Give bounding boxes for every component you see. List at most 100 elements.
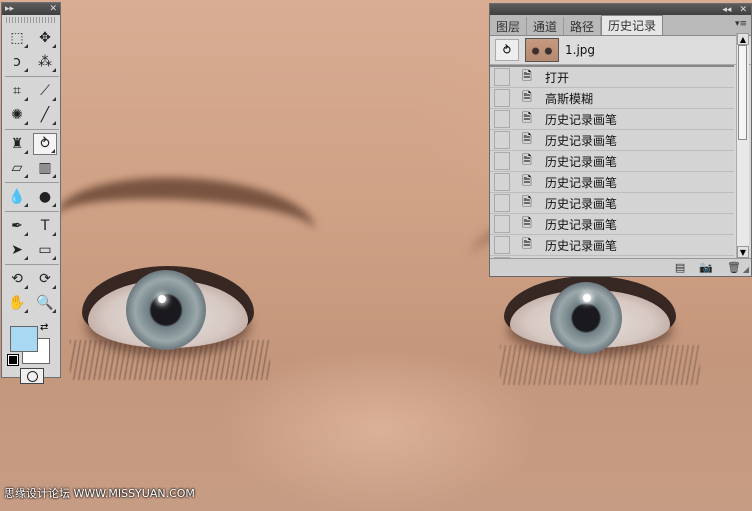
history-state-list: 🗎 打开 🗎 高斯模糊 🗎 历史记录画笔 🗎 历史记录画笔 🗎 历史记录画笔 🗎 历史记录画笔 🗎 历史记…	[490, 65, 734, 260]
tools-panel: ▸▸ ✕ ⬚ ✥ ↄ ⁂ ⌗ ⟋ ✺ ╱ ♜ ⥁ ▱ ▥ 💧 ● ✒ T ➤ ▭ ⟲ ⟳ ✋ 🔍 ⇄	[1, 2, 61, 384]
history-source-checkbox[interactable]	[494, 194, 510, 212]
rect-marquee-icon[interactable]: ⬚	[5, 27, 29, 49]
3d-orbit-icon[interactable]: ⟳	[33, 268, 57, 290]
tool-grid: ⬚ ✥ ↄ ⁂ ⌗ ⟋ ✺ ╱ ♜ ⥁ ▱ ▥ 💧 ● ✒ T ➤ ▭ ⟲ ⟳ ✋ 🔍	[2, 25, 60, 316]
history-state-icon: 🗎	[522, 131, 532, 146]
color-swatches: ⇄	[2, 322, 60, 384]
history-source-checkbox[interactable]	[494, 236, 510, 254]
clone-stamp-icon[interactable]: ♜	[5, 133, 29, 155]
resize-grip-icon[interactable]: ◢	[743, 265, 749, 274]
history-state-label: 历史记录画笔	[545, 217, 618, 232]
swap-colors-icon[interactable]: ⇄	[40, 322, 48, 333]
gradient-icon[interactable]: ▥	[33, 157, 57, 179]
history-state-label: 历史记录画笔	[545, 133, 618, 148]
snapshot-thumbnail	[525, 38, 559, 62]
quick-mask-button[interactable]	[20, 368, 44, 384]
tab-channels[interactable]: 通道	[527, 17, 565, 35]
history-state-row[interactable]: 🗎 历史记录画笔	[490, 235, 734, 256]
tools-close-icon[interactable]: ✕	[49, 4, 57, 14]
spot-healing-icon[interactable]: ✺	[5, 104, 29, 126]
move-tool-icon[interactable]: ✥	[33, 27, 57, 49]
history-state-icon: 🗎	[522, 89, 532, 104]
foreground-color-swatch[interactable]	[10, 326, 38, 352]
history-state-icon: 🗎	[522, 173, 532, 188]
scroll-up-icon[interactable]: ▲	[737, 33, 749, 45]
tools-title-bar[interactable]: ▸▸ ✕	[2, 3, 60, 15]
history-state-row[interactable]: 🗎 历史记录画笔	[490, 193, 734, 214]
left-iris	[126, 270, 206, 350]
left-eyebrow	[52, 171, 318, 277]
tools-collapse-icon[interactable]: ▸▸	[5, 4, 14, 14]
snapshot-name: 1.jpg	[565, 43, 596, 57]
right-eye	[510, 282, 670, 354]
history-state-row[interactable]: 🗎 历史记录画笔	[490, 172, 734, 193]
history-source-checkbox[interactable]	[494, 215, 510, 233]
default-colors-icon[interactable]	[7, 354, 19, 366]
history-state-label: 历史记录画笔	[545, 175, 618, 190]
tab-history[interactable]: 历史记录	[601, 15, 664, 35]
scroll-thumb[interactable]	[738, 45, 747, 140]
history-brush-source-icon[interactable]: ⥁	[495, 39, 519, 61]
rectangle-shape-icon[interactable]: ▭	[33, 239, 57, 261]
magic-wand-icon[interactable]: ⁂	[33, 51, 57, 73]
delete-state-icon[interactable]: 🗑	[727, 261, 741, 274]
panel-tabs: 图层 通道 路径 历史记录 ▾≡	[490, 15, 751, 36]
dodge-icon[interactable]: ●	[33, 186, 57, 208]
history-source-checkbox[interactable]	[494, 152, 510, 170]
3d-rotate-icon[interactable]: ⟲	[5, 268, 29, 290]
history-state-row[interactable]: 🗎 历史记录画笔	[490, 214, 734, 235]
eraser-icon[interactable]: ▱	[5, 157, 29, 179]
brush-icon[interactable]: ╱	[33, 104, 57, 126]
hand-tool-icon[interactable]: ✋	[5, 292, 29, 314]
history-state-icon: 🗎	[522, 110, 532, 125]
history-state-row[interactable]: 🗎 历史记录画笔	[490, 151, 734, 172]
path-select-icon[interactable]: ➤	[5, 239, 29, 261]
history-source-checkbox[interactable]	[494, 131, 510, 149]
history-state-icon: 🗎	[522, 152, 532, 167]
snapshot-row[interactable]: ⥁ 1.jpg	[490, 36, 751, 65]
history-state-icon: 🗎	[522, 68, 532, 83]
right-iris	[550, 282, 622, 354]
history-scrollbar[interactable]: ▲ ▼	[736, 33, 749, 258]
type-tool-icon[interactable]: T	[33, 215, 57, 237]
panel-menu-icon[interactable]: ▾≡	[735, 19, 747, 29]
history-source-checkbox[interactable]	[494, 110, 510, 128]
history-source-checkbox[interactable]	[494, 89, 510, 107]
eyedropper-icon[interactable]: ⟋	[33, 80, 57, 102]
tab-paths[interactable]: 路径	[564, 17, 602, 35]
history-source-checkbox[interactable]	[494, 68, 510, 86]
history-state-label: 历史记录画笔	[545, 238, 618, 253]
history-state-row[interactable]: 🗎 历史记录画笔	[490, 130, 734, 151]
left-eye	[88, 270, 248, 350]
history-state-label: 打开	[545, 70, 570, 85]
zoom-icon[interactable]: 🔍	[33, 292, 57, 314]
tool-separator	[5, 211, 59, 212]
new-document-from-state-icon[interactable]: ▤	[675, 261, 685, 274]
history-source-checkbox[interactable]	[494, 173, 510, 191]
history-state-label: 历史记录画笔	[545, 112, 618, 127]
panel-collapse-icon[interactable]: ◂◂	[722, 5, 731, 15]
new-snapshot-icon[interactable]: 📷	[699, 261, 713, 274]
blur-icon[interactable]: 💧	[5, 186, 29, 208]
history-state-icon: 🗎	[522, 194, 532, 209]
scroll-track[interactable]	[737, 45, 749, 246]
history-state-row[interactable]: 🗎 高斯模糊	[490, 88, 734, 109]
right-eye-glint	[583, 294, 591, 302]
history-state-row[interactable]: 🗎 历史记录画笔	[490, 109, 734, 130]
panel-close-icon[interactable]: ✕	[739, 5, 747, 15]
tool-separator	[5, 76, 59, 77]
pen-icon[interactable]: ✒	[5, 215, 29, 237]
history-footer: ▤ 📷 🗑	[490, 258, 751, 276]
lasso-icon[interactable]: ↄ	[5, 51, 29, 73]
tool-separator	[5, 129, 59, 130]
tool-separator	[5, 182, 59, 183]
scroll-down-icon[interactable]: ▼	[737, 246, 749, 258]
history-title-bar[interactable]: ◂◂ ✕	[490, 4, 751, 15]
tools-grip[interactable]	[6, 17, 56, 23]
crop-icon[interactable]: ⌗	[5, 80, 29, 102]
history-state-row[interactable]: 🗎 打开	[490, 67, 734, 88]
history-panel: ◂◂ ✕ 图层 通道 路径 历史记录 ▾≡ ⥁ 1.jpg 🗎 打开 🗎 高斯模糊 🗎 历史记录画…	[489, 3, 752, 277]
history-brush-icon[interactable]: ⥁	[33, 133, 57, 155]
left-eye-glint	[158, 295, 166, 303]
tab-layers[interactable]: 图层	[490, 17, 528, 35]
